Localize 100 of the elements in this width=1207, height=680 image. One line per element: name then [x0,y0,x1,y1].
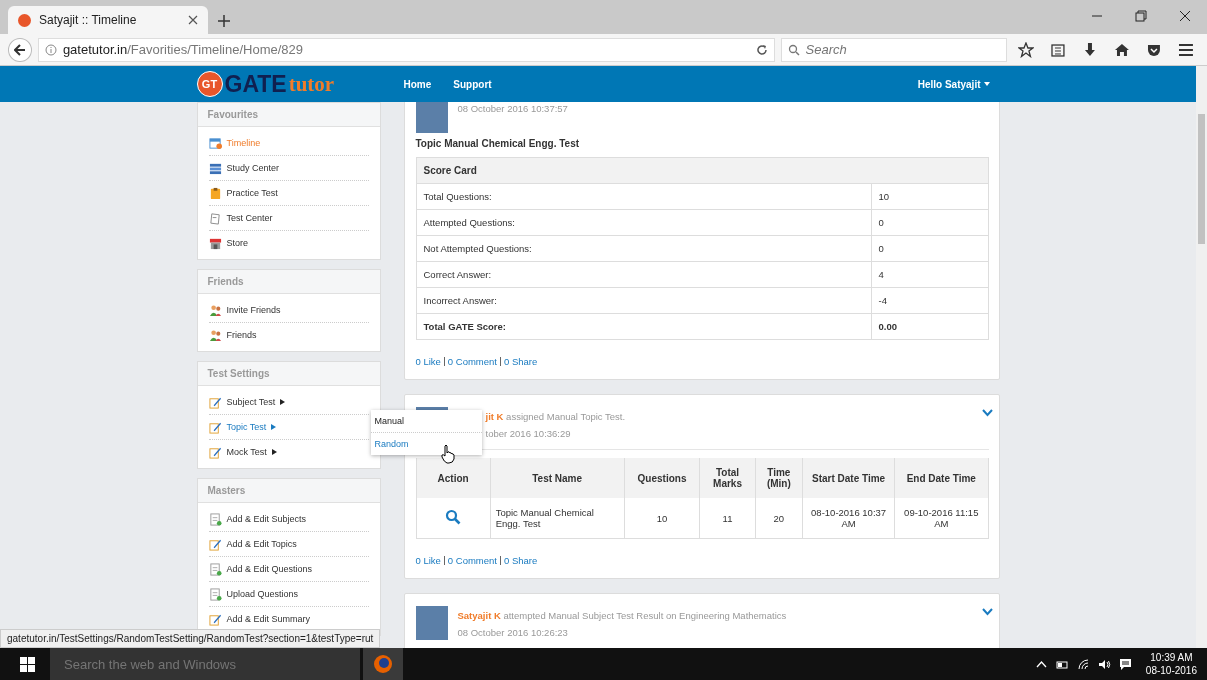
sidebar-item[interactable]: Store [208,231,369,255]
column-header: Total Marks [699,458,756,498]
social-link[interactable]: 0 Like [415,356,441,367]
sidebar-item[interactable]: Subject Test [208,390,369,415]
back-arrow-icon [13,43,26,56]
windows-start-icon[interactable] [20,656,35,672]
post-date: 08 October 2016 10:26:23 [457,627,569,638]
sidebar-item[interactable]: Add & Edit Topics [208,532,369,557]
browser-logo-icon [373,654,393,674]
table-cell: 20 [755,498,803,539]
social-link[interactable]: 0 Share [503,356,538,367]
post-text: jit K assigned Manual Topic Test. [485,411,626,422]
paper-icon [208,211,222,225]
shop-icon [208,236,222,250]
table-cell: 0.00 [871,313,988,340]
sidebar-item[interactable]: Invite Friends [208,298,369,323]
search-field[interactable]: Search [780,37,1008,62]
notification-icon[interactable] [1118,657,1132,671]
avatar-photo-placeholder [415,102,448,133]
caret-down-icon [983,81,990,86]
sidebar-item[interactable]: Add & Edit Summary [208,607,369,631]
sidebar-item[interactable]: Study Center [208,156,369,181]
people-icon [208,328,222,342]
table-cell: Attempted Questions: [416,209,871,236]
search-icon [787,43,800,56]
logo-badge: GT [196,71,223,97]
chevron-down-icon[interactable] [981,409,993,417]
social-link[interactable]: 0 Comment [447,356,497,367]
clock-time: 10:39 AM [1150,651,1193,664]
social-link[interactable]: 0 Like [415,555,441,566]
table-cell: -4 [871,287,988,314]
column-header: Test Name [490,458,625,498]
close-icon[interactable] [188,15,198,25]
table-cell: Topic Manual Chemical Engg. Test [490,498,625,539]
table-cell: 10 [871,183,988,210]
panel-title: Friends [197,270,380,294]
calendar-icon [208,136,222,150]
post-text: Satyajit K attempted Manual Subject Test Result on Engineering Mathematics [457,610,787,621]
submenu-arrow-icon [280,399,286,405]
table-cell: 09-10-2016 11:15 AM [894,498,988,539]
pencil-icon [208,445,222,459]
clipboard-icon [208,186,222,200]
reload-icon[interactable] [755,43,768,56]
site-favicon-icon [18,13,31,27]
sidebar-item[interactable]: Friends [208,323,369,347]
pencil-icon [208,395,222,409]
bookmark-star-icon[interactable] [1018,41,1035,58]
nav-link[interactable]: Support [453,78,492,90]
pencil-icon [208,612,222,626]
social-link[interactable]: 0 Share [503,555,538,566]
submenu-arrow-icon [271,449,277,455]
table-cell: 08-10-2016 10:37 AM [802,498,895,539]
address-field[interactable]: gatetutor.in/Favorities/Timeline/Home/829 [37,37,775,62]
document-icon [208,562,222,576]
books-icon [208,161,222,175]
table-cell: 0 [871,235,988,262]
user-menu[interactable]: Hello Satyajit [917,78,990,90]
wifi-icon[interactable] [1076,657,1090,671]
chevron-down-icon[interactable] [981,608,993,616]
table-cell: 11 [699,498,756,539]
sidebar-item[interactable]: Add & Edit Subjects [208,507,369,532]
menu-icon[interactable] [1178,41,1194,58]
search-icon[interactable] [445,509,462,525]
sidebar-item[interactable]: Test Center [208,206,369,231]
panel-title: Masters [197,479,380,503]
column-header: Questions [624,458,700,498]
avatar-photo-placeholder [415,606,448,640]
browser-taskbar-button[interactable] [363,648,403,680]
post-date: tober 2016 10:36:29 [485,428,572,439]
sidebar-item[interactable]: Upload Questions [208,582,369,607]
sidebar-item[interactable]: Practice Test [208,181,369,206]
taskbar-search-field[interactable]: Search the web and Windows [50,648,360,680]
table-header: Score Card [416,157,988,184]
post-date: 08 October 2016 10:37:57 [457,103,568,114]
pencil-icon [208,537,222,551]
nav-link[interactable]: Home [403,78,432,90]
scrollbar[interactable] [1196,66,1207,648]
table-cell: 10 [624,498,700,539]
browser-tab[interactable]: Satyajit :: Timeline [8,6,208,34]
reading-list-icon[interactable] [1050,41,1067,58]
menu-item[interactable]: Random [370,433,482,455]
sidebar-item[interactable]: Topic Test [208,415,369,440]
column-header: End Date Time [894,458,988,498]
document-icon [208,512,222,526]
people-icon [208,303,222,317]
table-cell: Not Attempted Questions: [416,235,871,262]
back-button[interactable] [8,37,32,62]
sidebar-item[interactable]: Add & Edit Questions [208,557,369,582]
new-tab-icon[interactable] [218,15,230,27]
column-header: Start Date Time [802,458,895,498]
sidebar-item[interactable]: Mock Test [208,440,369,464]
document-icon [208,587,222,601]
table-cell: 4 [871,261,988,288]
social-link[interactable]: 0 Comment [447,555,497,566]
home-icon[interactable] [1114,41,1131,58]
submenu-arrow-icon [271,424,277,430]
table-cell: 0 [871,209,988,236]
menu-item[interactable]: Manual [370,410,482,433]
table-cell: Total GATE Score: [416,313,871,340]
column-header: Action [416,458,491,498]
